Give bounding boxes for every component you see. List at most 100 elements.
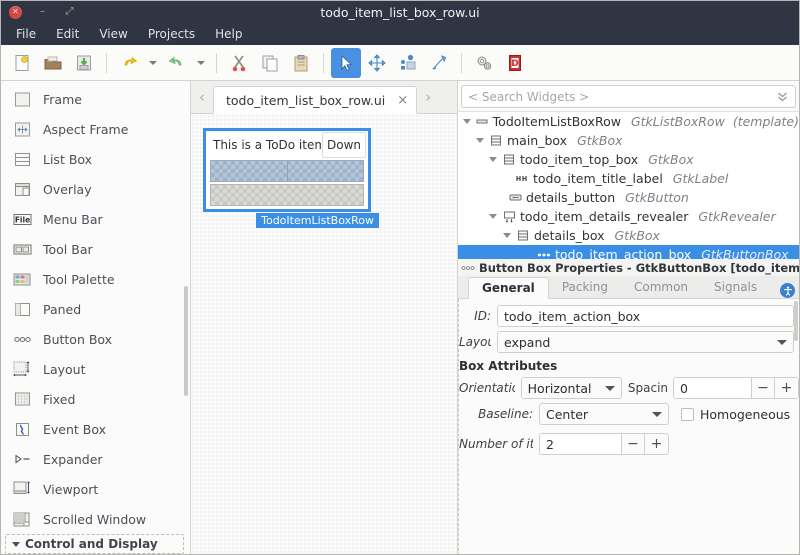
search-widgets-box[interactable]: < Search Widgets >	[461, 85, 796, 108]
chevron-down-icon	[777, 340, 787, 345]
tab-signals[interactable]: Signals	[701, 276, 770, 298]
new-button[interactable]	[7, 48, 37, 78]
todo-item-list-box-row-preview[interactable]: This is a ToDo item title Down	[203, 128, 371, 212]
tree-expander-icon[interactable]	[488, 214, 498, 219]
devhelp-button[interactable]: D	[500, 48, 530, 78]
widget-tree[interactable]: TodoItemListBoxRow GtkListBoxRow (templa…	[458, 111, 799, 259]
homogeneous-checkbox[interactable]	[681, 408, 694, 421]
palette-item-label: Frame	[43, 92, 82, 107]
menu-projects[interactable]: Projects	[139, 25, 204, 43]
items-decrement-button[interactable]: −	[621, 433, 645, 455]
tab-packing[interactable]: Packing	[549, 276, 621, 298]
spacing-decrement-button[interactable]: −	[751, 377, 775, 399]
homogeneous-label: Homogeneous	[700, 407, 790, 422]
orientation-combo[interactable]: Horizontal	[521, 377, 622, 399]
tree-row-name: todo_item_details_revealer	[520, 209, 688, 224]
margin-tool[interactable]	[424, 48, 454, 78]
widget-preview-wrapper: This is a ToDo item title Down TodoItemL…	[203, 128, 371, 212]
close-button[interactable]: ✕	[9, 6, 22, 19]
menu-file[interactable]: File	[7, 25, 45, 43]
tab-todo-item-list-box-row[interactable]: todo_item_list_box_row.ui ×	[213, 86, 417, 114]
palette-item-scrolled-window[interactable]: Scrolled Window	[1, 504, 190, 534]
palette-item-tool-bar[interactable]: Tool Bar	[1, 234, 190, 264]
properties-scrollbar[interactable]	[794, 301, 798, 341]
details-button-preview[interactable]: Down	[322, 132, 366, 158]
expand-all-icon[interactable]	[776, 90, 789, 103]
palette-item-overlay[interactable]: Overlay	[1, 174, 190, 204]
accessibility-icon[interactable]	[780, 283, 795, 298]
tree-expander-icon[interactable]	[488, 157, 498, 162]
toolbar-separator	[323, 53, 324, 73]
baseline-combo[interactable]: Center	[539, 403, 669, 425]
spacing-value[interactable]: 0	[673, 377, 751, 399]
drag-resize-tool[interactable]	[362, 48, 392, 78]
tree-row-todo-item-action-box[interactable]: todo_item_action_box GtkButtonBox	[458, 245, 799, 259]
open-button[interactable]	[38, 48, 68, 78]
tree-row-todo-item-details-revealer[interactable]: todo_item_details_revealer GtkRevealer	[458, 207, 799, 226]
tree-row-details-button[interactable]: details_button GtkButton	[458, 188, 799, 207]
todo-item-action-box-placeholder[interactable]	[210, 160, 364, 182]
todo-item-top-box-preview[interactable]: This is a ToDo item title Down	[207, 132, 367, 158]
menu-edit[interactable]: Edit	[47, 25, 88, 43]
palette-item-viewport[interactable]: Viewport	[1, 474, 190, 504]
spacing-spinner[interactable]: 0 − +	[673, 377, 799, 399]
align-tool[interactable]	[393, 48, 423, 78]
details-box-placeholder[interactable]	[210, 184, 364, 206]
palette-item-button-box[interactable]: Button Box	[1, 324, 190, 354]
tree-row-todo-item-top-box[interactable]: todo_item_top_box GtkBox	[458, 150, 799, 169]
tab-general[interactable]: General	[468, 277, 549, 299]
palette-item-paned[interactable]: Paned	[1, 294, 190, 324]
palette-item-label: Button Box	[43, 332, 112, 347]
placeholder-slot[interactable]	[287, 161, 364, 181]
palette-expander-control-and-display[interactable]: Control and Display	[5, 534, 184, 554]
redo-dropdown[interactable]	[193, 48, 209, 78]
tree-expander-icon[interactable]	[475, 138, 485, 143]
tree-row-todoitemlistboxrow[interactable]: TodoItemListBoxRow GtkListBoxRow (templa…	[458, 112, 799, 131]
search-widgets-input[interactable]: < Search Widgets >	[468, 90, 776, 104]
palette-item-menu-bar[interactable]: File Menu Bar	[1, 204, 190, 234]
palette-item-aspect-frame[interactable]: Aspect Frame	[1, 114, 190, 144]
palette-item-event-box[interactable]: Event Box	[1, 414, 190, 444]
tree-expander-icon[interactable]	[462, 119, 471, 124]
redo-button[interactable]	[162, 48, 192, 78]
devhelp-icon: D	[505, 53, 525, 73]
menu-help[interactable]: Help	[206, 25, 251, 43]
spacing-increment-button[interactable]: +	[775, 377, 799, 399]
copy-button[interactable]	[255, 48, 285, 78]
undo-dropdown[interactable]	[145, 48, 161, 78]
tree-row-main-box[interactable]: main_box GtkBox	[458, 131, 799, 150]
tab-prev-button[interactable]: ‹	[191, 81, 213, 113]
paste-button[interactable]	[286, 48, 316, 78]
menu-view[interactable]: View	[90, 25, 136, 43]
homogeneous-checkbox-row[interactable]: Homogeneous	[681, 407, 790, 422]
save-button[interactable]	[69, 48, 99, 78]
select-tool[interactable]	[331, 48, 361, 78]
placeholder-slot[interactable]	[211, 161, 287, 181]
title-bar: ✕ – ⤢ todo_item_list_box_row.ui	[1, 1, 799, 23]
design-canvas[interactable]: This is a ToDo item title Down TodoItemL…	[191, 114, 457, 555]
undo-button[interactable]	[114, 48, 144, 78]
palette-item-tool-palette[interactable]: Tool Palette	[1, 264, 190, 294]
preferences-button[interactable]	[469, 48, 499, 78]
tab-common[interactable]: Common	[621, 276, 701, 298]
palette-scrollbar[interactable]	[184, 286, 188, 396]
palette-item-layout[interactable]: Layout	[1, 354, 190, 384]
items-value[interactable]: 2	[539, 433, 621, 455]
tree-expander-icon[interactable]	[502, 233, 512, 238]
button-icon	[508, 192, 522, 203]
layout-style-combo[interactable]: expand	[497, 331, 794, 353]
maximize-button[interactable]: ⤢	[63, 6, 76, 19]
palette-item-fixed[interactable]: Fixed	[1, 384, 190, 414]
cut-button[interactable]	[224, 48, 254, 78]
palette-item-expander[interactable]: Expander	[1, 444, 190, 474]
tab-close-icon[interactable]: ×	[397, 93, 408, 108]
minimize-button[interactable]: –	[36, 6, 49, 19]
items-increment-button[interactable]: +	[645, 433, 669, 455]
tree-row-details-box[interactable]: details_box GtkBox	[458, 226, 799, 245]
tab-next-button[interactable]: ›	[417, 81, 439, 113]
tree-row-todo-item-title-label[interactable]: todo_item_title_label GtkLabel	[458, 169, 799, 188]
items-spinner[interactable]: 2 − +	[539, 433, 669, 455]
id-input[interactable]: todo_item_action_box	[497, 305, 794, 327]
palette-item-frame[interactable]: Frame	[1, 84, 190, 114]
palette-item-list-box[interactable]: List Box	[1, 144, 190, 174]
